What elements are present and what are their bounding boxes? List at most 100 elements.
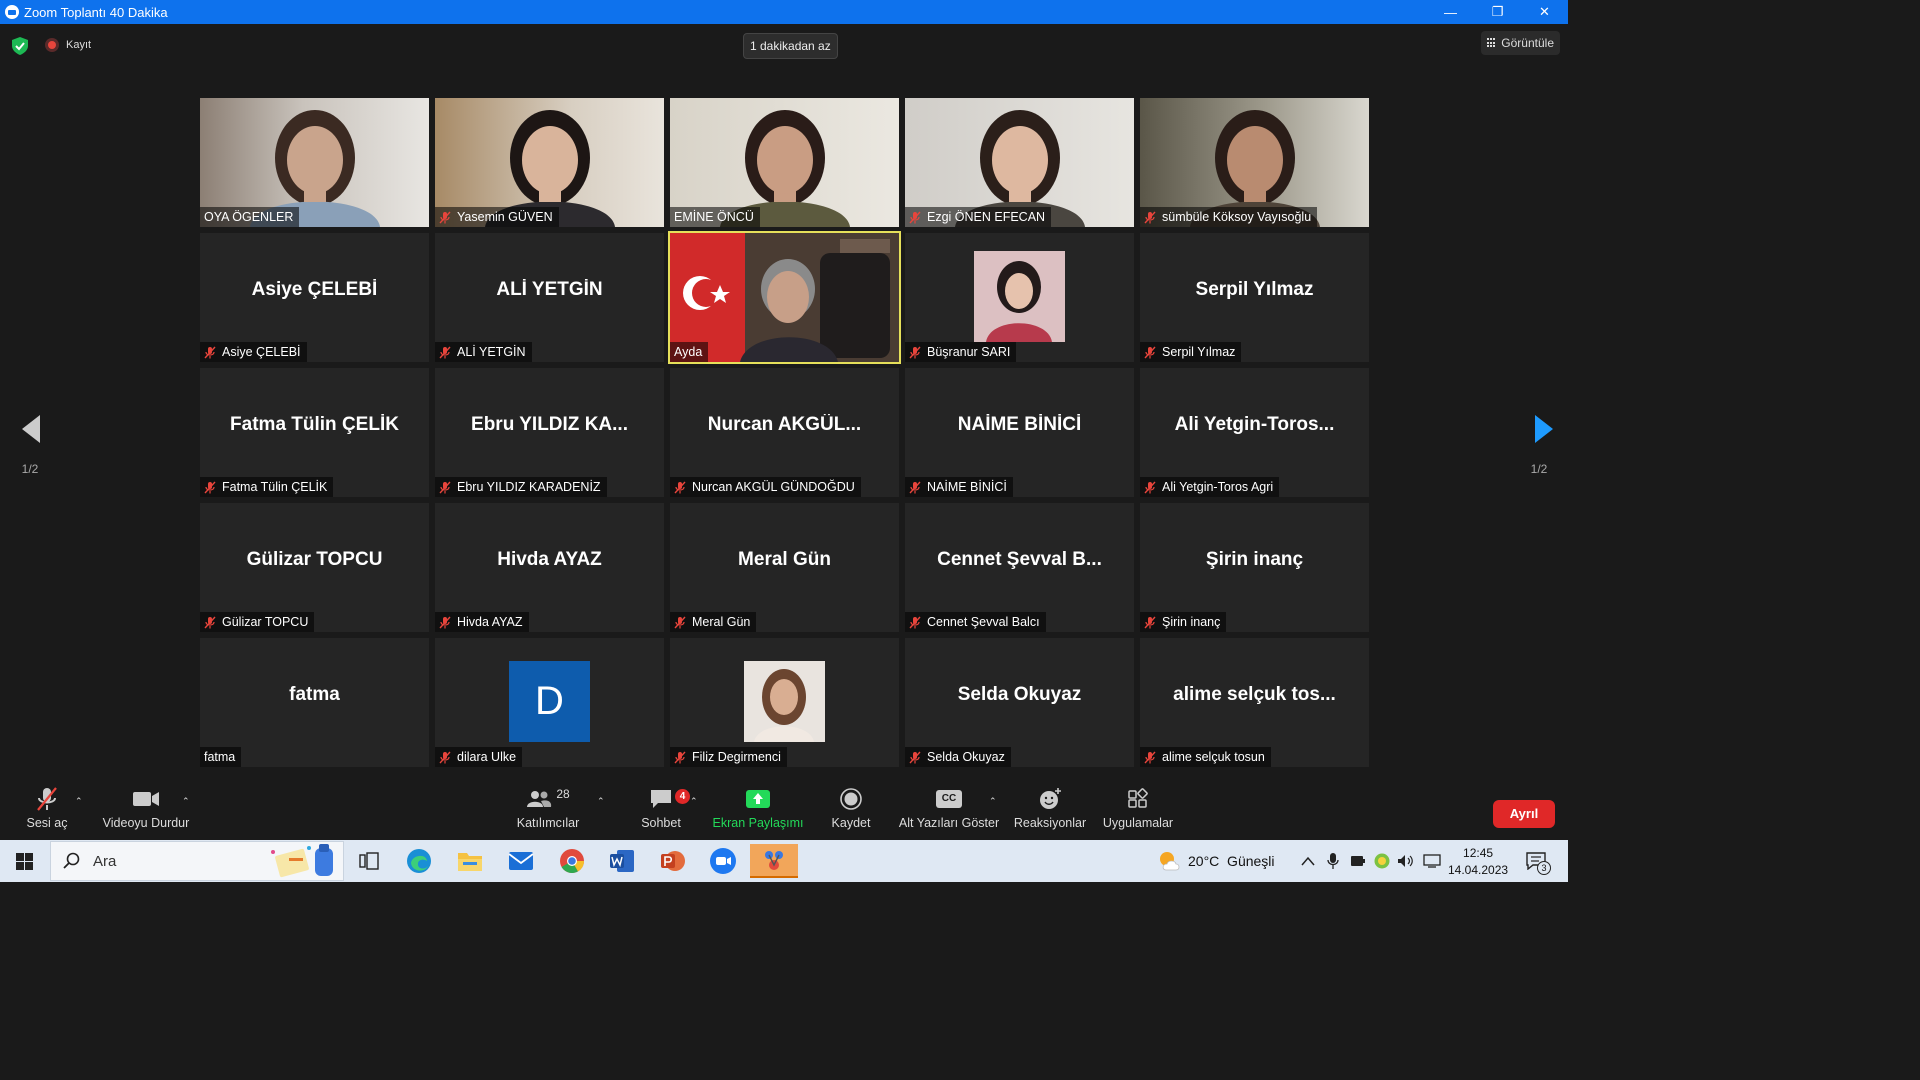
participant-display-name: Cennet Şevval B... [937,549,1102,570]
security-shield-icon[interactable] [12,37,28,55]
participant-tile[interactable]: Yasemin GÜVEN [435,98,664,227]
profile-photo [974,251,1065,342]
tray-overflow-chevron-icon[interactable] [1301,856,1315,866]
chat-button[interactable]: 4 Sohbet [638,782,690,840]
stop-video-label: Videoyu Durdur [102,816,190,830]
muted-mic-icon [909,751,921,763]
participant-tile[interactable]: Fatma Tülin ÇELİK Fatma Tülin ÇELİK [200,368,429,497]
taskbar-search-box[interactable]: Ara [50,841,344,881]
audio-options-caret-icon[interactable]: ⌃ [75,796,83,807]
participant-display-name: Meral Gün [738,549,831,570]
participant-tile[interactable]: OYA ÖGENLER [200,98,429,227]
video-options-caret-icon[interactable]: ⌃ [182,796,190,807]
next-page-icon[interactable] [1533,415,1553,443]
clock-date: 14.04.2023 [1448,863,1509,877]
mail-icon[interactable] [497,844,545,878]
edge-browser-icon[interactable] [395,844,443,878]
participant-display-name: Ebru YILDIZ KA... [471,414,628,435]
participant-tile[interactable]: Ali Yetgin-Toros... Ali Yetgin-Toros Agri [1140,368,1369,497]
meeting-top-bar: Kayıt 1 dakikadan az Görüntüle [0,24,1568,68]
participants-options-caret-icon[interactable]: ⌃ [597,796,605,807]
chrome-browser-icon[interactable] [548,844,596,878]
participant-name-label: sümbüle Köksoy Vayısoğlu [1140,207,1318,227]
tray-network-icon[interactable] [1423,854,1441,868]
unmute-button[interactable]: Sesi aç [22,782,72,840]
search-highlight-illustration-icon [271,844,333,878]
apps-button[interactable]: Uygulamalar [1100,782,1176,840]
share-screen-button[interactable]: Ekran Paylaşımı [713,782,804,840]
prev-page-icon[interactable] [21,415,42,443]
participant-tile[interactable]: ALİ YETGİN ALİ YETGİN [435,233,664,362]
participant-name: Fatma Tülin ÇELİK [222,480,328,494]
file-explorer-icon[interactable] [446,844,494,878]
captions-button[interactable]: CC Alt Yazıları Göster [899,782,999,840]
captions-label: Alt Yazıları Göster [898,816,1000,830]
record-button[interactable]: Kaydet [829,782,873,840]
minimize-button[interactable]: — [1427,0,1474,24]
pager-right[interactable]: 1/2 [1524,415,1554,476]
participant-name: Cennet Şevval Balcı [927,615,1040,629]
participant-tile[interactable]: EMİNE ÖNCÜ [670,98,899,227]
active-app-icon[interactable] [750,844,798,878]
chat-options-caret-icon[interactable]: ⌃ [690,796,698,807]
muted-mic-icon [674,616,686,628]
muted-mic-icon [1144,481,1156,493]
participant-name-label: Şirin inanç [1140,612,1227,632]
participant-name: Büşranur SARI [927,345,1011,359]
participant-tile[interactable]: Ddilara Ulke [435,638,664,767]
view-button[interactable]: Görüntüle [1481,31,1560,55]
tray-battery-icon[interactable] [1350,855,1366,867]
tray-speaker-icon[interactable] [1397,854,1415,868]
leave-meeting-button[interactable]: Ayrıl [1493,800,1555,828]
participant-tile[interactable]: Nurcan AKGÜL... Nurcan AKGÜL GÜNDOĞDU [670,368,899,497]
participant-tile[interactable]: Ayda [668,231,901,364]
participant-tile[interactable]: Serpil Yılmaz Serpil Yılmaz [1140,233,1369,362]
participant-tile[interactable]: Filiz Degirmenci [670,638,899,767]
closed-captions-icon: CC [936,790,962,808]
participant-tile[interactable]: fatma fatma [200,638,429,767]
muted-mic-icon [1144,346,1156,358]
recording-indicator[interactable]: Kayıt [45,38,91,52]
reactions-smiley-icon [1040,788,1061,809]
participant-tile[interactable]: Meral Gün Meral Gün [670,503,899,632]
participant-display-name: Serpil Yılmaz [1195,279,1314,300]
taskbar-clock[interactable]: 12:45 14.04.2023 [1448,845,1508,879]
participant-tile[interactable]: Hivda AYAZ Hivda AYAZ [435,503,664,632]
participant-tile[interactable]: Ezgi ÖNEN EFECAN [905,98,1134,227]
participants-button[interactable]: 28 Katılımcılar [512,782,584,840]
powerpoint-icon[interactable] [649,844,697,878]
weather-widget[interactable]: 20°C Güneşli [1158,850,1275,872]
participant-name-label: Cennet Şevval Balcı [905,612,1046,632]
muted-mic-icon [674,481,686,493]
participant-name-label: Filiz Degirmenci [670,747,787,767]
participant-tile[interactable]: Selda Okuyaz Selda Okuyaz [905,638,1134,767]
participant-tile[interactable]: Şirin inanç Şirin inanç [1140,503,1369,632]
zoom-taskbar-icon[interactable] [699,844,747,878]
notification-center-button[interactable]: 3 [1526,852,1552,875]
participant-name: Ali Yetgin-Toros Agri [1162,480,1274,494]
task-view-icon[interactable] [345,844,393,878]
participant-tile[interactable]: NAİME BİNİCİ NAİME BİNİCİ [905,368,1134,497]
windows-start-icon[interactable] [16,853,33,870]
restore-button[interactable]: ❐ [1474,0,1521,24]
participant-tile[interactable]: Büşranur SARI [905,233,1134,362]
participant-tile[interactable]: Gülizar TOPCU Gülizar TOPCU [200,503,429,632]
participant-tile[interactable]: Ebru YILDIZ KA... Ebru YILDIZ KARADENİZ [435,368,664,497]
participant-name: OYA ÖGENLER [204,210,294,224]
stop-video-button[interactable]: Videoyu Durdur [98,782,194,840]
participant-tile[interactable]: Cennet Şevval B... Cennet Şevval Balcı [905,503,1134,632]
participant-name-label: Yasemin GÜVEN [435,207,559,227]
tray-microphone-icon[interactable] [1327,852,1339,870]
participant-tile[interactable]: alime selçuk tos... alime selçuk tosun [1140,638,1369,767]
captions-options-caret-icon[interactable]: ⌃ [989,796,997,807]
close-button[interactable]: ✕ [1521,0,1568,24]
participant-tile[interactable]: Asiye ÇELEBİ Asiye ÇELEBİ [200,233,429,362]
participant-name-label: Serpil Yılmaz [1140,342,1242,362]
word-icon[interactable] [598,844,646,878]
participant-display-name: alime selçuk tos... [1173,684,1336,705]
muted-mic-icon [1144,616,1156,628]
participant-tile[interactable]: sümbüle Köksoy Vayısoğlu [1140,98,1369,227]
pager-left[interactable]: 1/2 [15,415,45,476]
tray-security-icon[interactable] [1374,853,1390,869]
reactions-button[interactable]: Reaksiyonlar [1013,782,1087,840]
